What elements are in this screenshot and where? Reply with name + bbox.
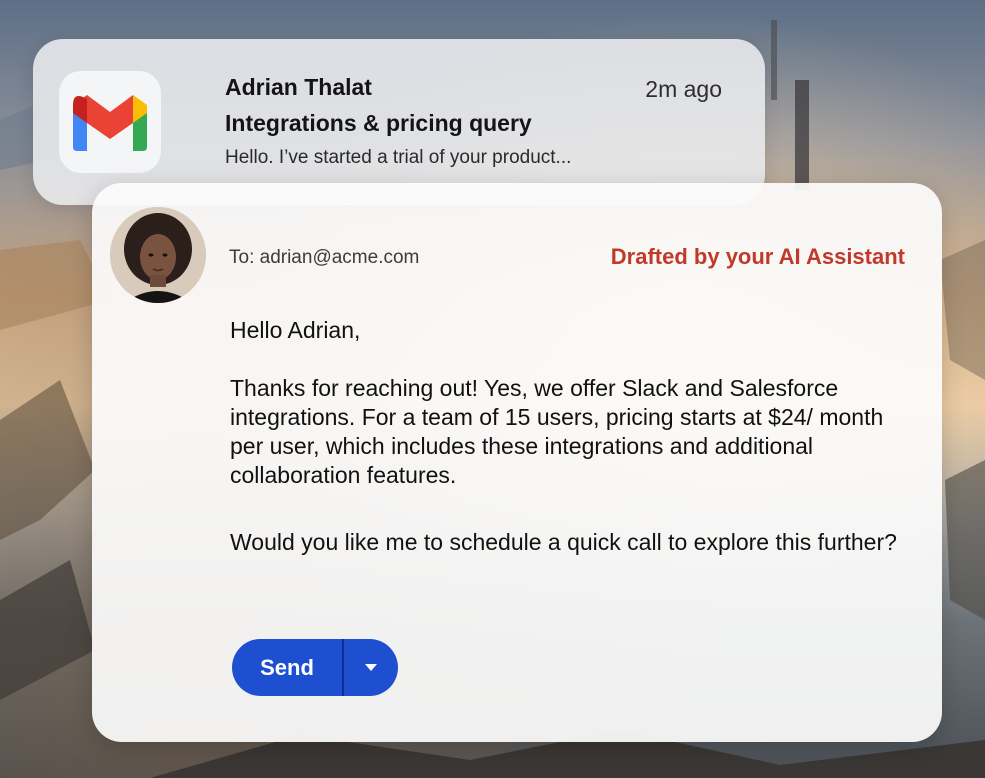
notification-sender: Adrian Thalat	[225, 74, 372, 100]
ai-draft-reply-card: To: adrian@acme.com Drafted by your AI A…	[92, 183, 942, 742]
notification-preview: Hello. I’ve started a trial of your prod…	[225, 147, 572, 168]
avatar	[110, 207, 206, 303]
email-paragraph-1: Thanks for reaching out! Yes, we offer S…	[230, 375, 884, 488]
send-options-dropdown[interactable]	[344, 639, 398, 696]
email-notification[interactable]: Adrian Thalat 2m ago Integrations & pric…	[33, 39, 765, 205]
notification-time: 2m ago	[645, 76, 722, 102]
send-button-group: Send	[232, 639, 398, 696]
email-greeting: Hello Adrian,	[230, 317, 361, 343]
ai-drafted-label: Drafted by your AI Assistant	[610, 244, 905, 269]
caret-down-icon	[365, 664, 377, 671]
email-paragraph-2: Would you like me to schedule a quick ca…	[230, 529, 897, 555]
gmail-icon	[59, 71, 161, 173]
recipient-line: To: adrian@acme.com	[229, 247, 420, 268]
notification-subject: Integrations & pricing query	[225, 110, 532, 136]
send-button[interactable]: Send	[232, 639, 342, 696]
